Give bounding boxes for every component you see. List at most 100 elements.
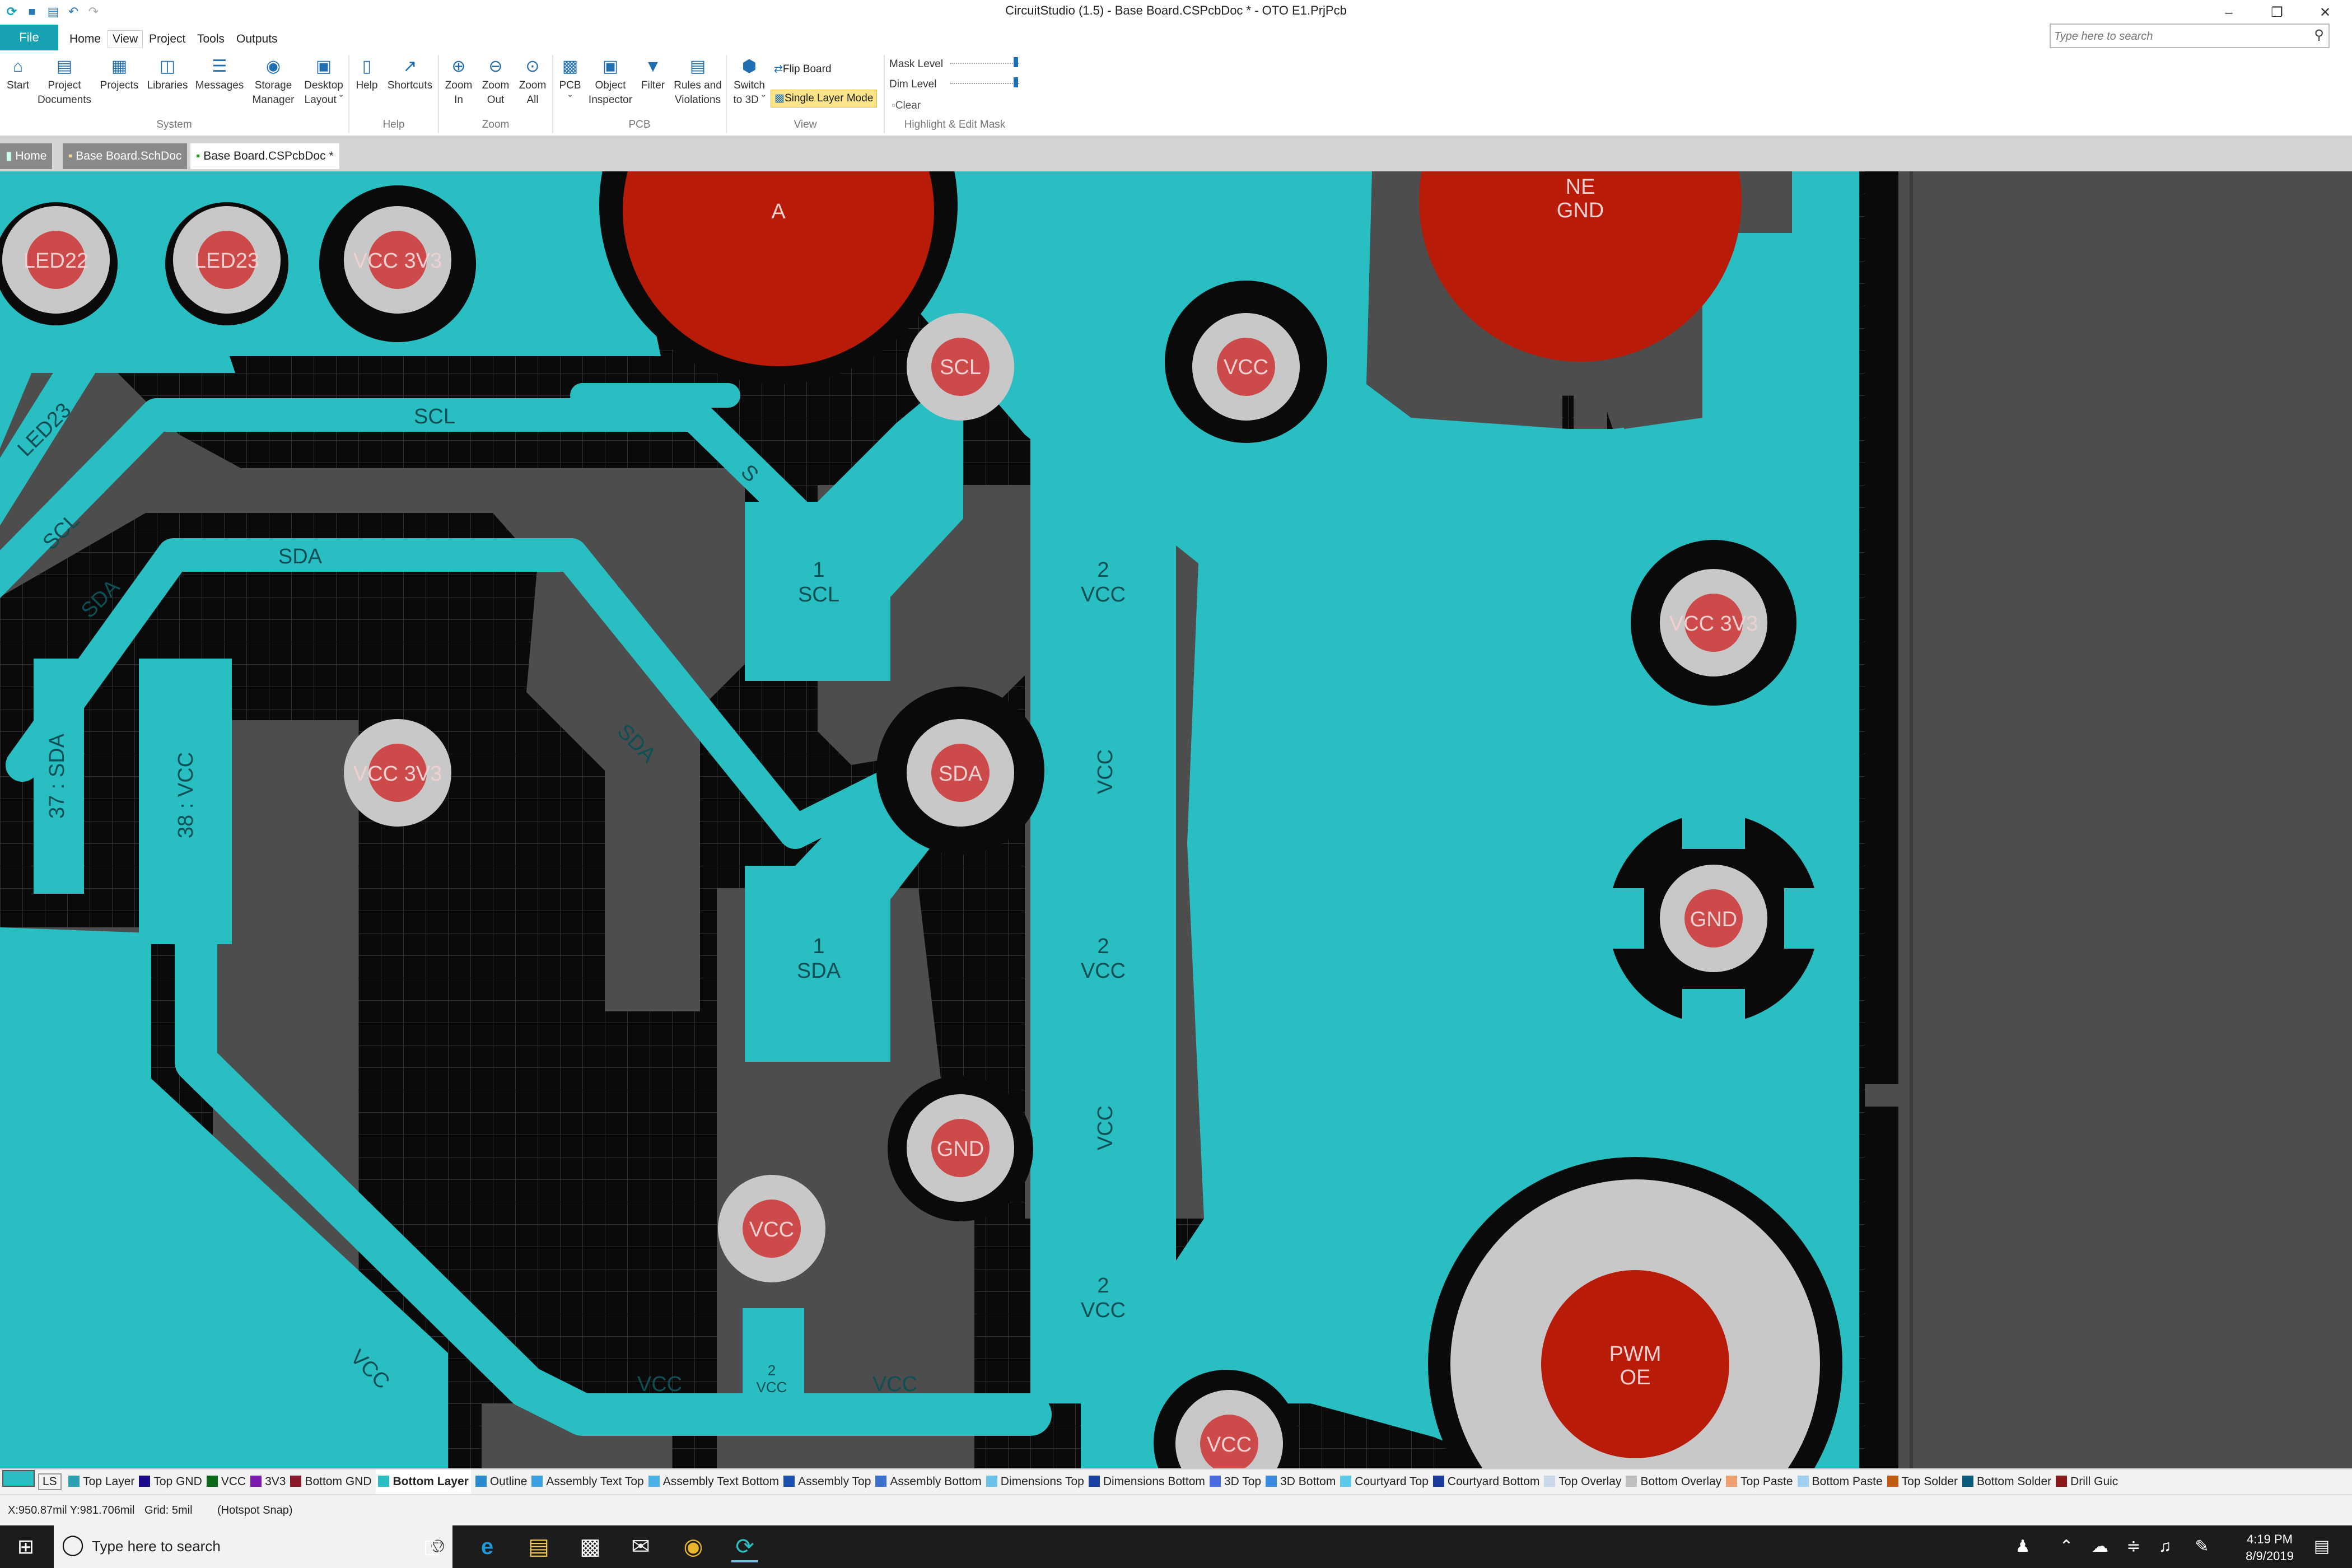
layer-tab[interactable]: Bottom Overlay — [1626, 1469, 1721, 1494]
projects-button[interactable]: ▦ Projects — [95, 57, 143, 93]
layer-tab[interactable]: Courtyard Top — [1340, 1469, 1429, 1494]
clear-mask-button[interactable]: ▫Clear — [892, 100, 921, 112]
file-menu[interactable]: File — [0, 25, 58, 50]
menu-tools[interactable]: Tools — [193, 32, 229, 46]
search-box[interactable]: ⚲ — [2050, 24, 2330, 48]
restore-button[interactable]: ❐ — [2255, 2, 2299, 24]
layer-color-swatch — [290, 1476, 302, 1487]
filter-button[interactable]: ▼ Filter — [635, 57, 671, 93]
messages-button[interactable]: ☰ Messages — [193, 57, 246, 93]
vcc-vertical-label-2: VCC — [1094, 1105, 1117, 1150]
layer-tab[interactable]: 3D Top — [1209, 1469, 1261, 1494]
people-icon[interactable]: ♟ — [2009, 1533, 2036, 1560]
layer-tab[interactable]: Dimensions Top — [986, 1469, 1084, 1494]
layer-tab[interactable]: Bottom GND — [290, 1469, 371, 1494]
layer-tab[interactable]: 3D Bottom — [1266, 1469, 1336, 1494]
layer-tab[interactable]: Assembly Top — [783, 1469, 871, 1494]
layer-color-swatch — [783, 1476, 795, 1487]
dim-level-handle[interactable] — [1014, 77, 1018, 87]
pen-icon[interactable]: ✎ — [2188, 1533, 2215, 1560]
layer-tab[interactable]: VCC — [206, 1469, 246, 1494]
object-inspector-button[interactable]: ▣ Object Inspector — [586, 57, 635, 108]
tab-home[interactable]: ▮ Home — [0, 143, 53, 169]
file-explorer-icon[interactable]: ▤ — [525, 1533, 552, 1560]
tab-base-board-schdoc[interactable]: ▪ Base Board.SchDoc — [63, 143, 188, 169]
taskbar-search-text[interactable]: Type here to search — [92, 1538, 221, 1555]
edge-browser-icon[interactable]: e — [474, 1533, 501, 1560]
dim-level-slider[interactable] — [950, 83, 1019, 86]
menu-outputs[interactable]: Outputs — [232, 32, 282, 46]
menu-view[interactable]: View — [108, 30, 143, 48]
layer-tab[interactable]: 3V3 — [250, 1469, 286, 1494]
search-input[interactable] — [2053, 27, 2302, 46]
group-label-view: View — [794, 119, 817, 130]
pad-label-vcc-bottom: VCC — [749, 1218, 794, 1242]
menu-project[interactable]: Project — [144, 32, 190, 46]
task-view-icon[interactable]: ◫ — [419, 1533, 446, 1560]
layer-tab-label: Top Overlay — [1558, 1475, 1622, 1488]
layout-icon: ▣ — [315, 57, 332, 76]
pcb-button[interactable]: ▩ PCB ˇ — [554, 57, 586, 108]
minimize-button[interactable]: – — [2206, 2, 2251, 24]
menu-home[interactable]: Home — [65, 32, 105, 46]
zoom-out-button[interactable]: ⊖ Zoom Out — [477, 57, 514, 108]
layer-tab[interactable]: Top GND — [139, 1469, 202, 1494]
pad-label-scl: SCL — [940, 356, 981, 379]
zoom-all-button[interactable]: ⊙ Zoom All — [514, 57, 551, 108]
storage-manager-button[interactable]: ◉ Storage Manager — [248, 57, 299, 108]
wifi-icon[interactable]: ≑ — [2120, 1533, 2147, 1560]
single-layer-mode-button[interactable]: ▩Single Layer Mode — [771, 90, 878, 108]
layer-tab[interactable]: Dimensions Bottom — [1088, 1469, 1205, 1494]
document-tab-bar: ▮ Home ▪ Base Board.SchDoc ▪ Base Board.… — [0, 136, 2352, 171]
help-button[interactable]: ▯ Help — [351, 57, 383, 93]
taskbar-search-box[interactable]: ◯ Type here to search ⎊ — [54, 1525, 452, 1568]
taskbar-clock[interactable]: 4:19 PM 8/9/2019 — [2239, 1531, 2300, 1565]
layer-tab[interactable]: Assembly Text Bottom — [648, 1469, 779, 1494]
libraries-button[interactable]: ◫ Libraries — [143, 57, 192, 93]
shortcuts-button[interactable]: ↗ Shortcuts — [383, 57, 437, 93]
volume-icon[interactable]: ♫ — [2152, 1533, 2178, 1560]
layer-tab[interactable]: Bottom Layer — [376, 1469, 471, 1494]
mail-icon[interactable]: ✉ — [627, 1533, 654, 1560]
layer-tab[interactable]: Top Solder — [1887, 1469, 1958, 1494]
chrome-icon[interactable]: ◉ — [680, 1533, 707, 1560]
onedrive-cloud-icon[interactable]: ☁ — [2087, 1533, 2113, 1560]
mask-level-slider[interactable] — [950, 63, 1019, 66]
layer-color-swatch[interactable] — [2, 1469, 38, 1494]
library-icon: ◫ — [159, 57, 176, 76]
search-icon[interactable]: ⚲ — [2314, 27, 2324, 43]
layer-tab[interactable]: Bottom Solder — [1962, 1469, 2051, 1494]
layer-set-button[interactable]: LS — [38, 1473, 62, 1490]
layer-color-swatch — [206, 1476, 218, 1487]
store-icon[interactable]: ▩ — [577, 1533, 604, 1560]
layer-tab[interactable]: Top Overlay — [1544, 1469, 1621, 1494]
rules-and-violations-button[interactable]: ▤ Rules and Violations — [671, 57, 725, 108]
layer-tab[interactable]: Assembly Text Top — [531, 1469, 644, 1494]
pcb-drawing[interactable]: LED22 LED23 VCC 3V3 SCL VCC VCC 3V3 VCC … — [0, 26, 2352, 1568]
zoom-in-button[interactable]: ⊕ Zoom In — [440, 57, 477, 108]
pad-label-vcc3v3-top: VCC 3V3 — [353, 249, 442, 273]
group-label-zoom: Zoom — [482, 119, 510, 130]
mask-level-handle[interactable] — [1014, 57, 1018, 67]
circuitstudio-taskbar-icon[interactable]: ⟳ — [731, 1533, 758, 1562]
tray-chevron-icon[interactable]: ⌃ — [2053, 1533, 2080, 1560]
layer-tab[interactable]: Bottom Paste — [1797, 1469, 1883, 1494]
layer-tab[interactable]: Drill Guic — [2056, 1469, 2118, 1494]
tab-base-board-cspcbdoc[interactable]: ▪ Base Board.CSPcbDoc * — [190, 143, 339, 169]
layer-tab[interactable]: Top Paste — [1726, 1469, 1793, 1494]
layer-tab[interactable]: Assembly Bottom — [875, 1469, 982, 1494]
close-button[interactable]: ✕ — [2303, 2, 2348, 24]
windows-taskbar: ⊞ ◯ Type here to search ⎊ ◫ e ▤ ▩ ✉ ◉ ⟳ … — [0, 1525, 2352, 1568]
notifications-icon[interactable]: ▤ — [2308, 1533, 2335, 1560]
windows-start-icon[interactable]: ⊞ — [12, 1533, 39, 1560]
pcb-canvas[interactable]: LED22 LED23 VCC 3V3 SCL VCC VCC 3V3 VCC … — [0, 26, 2352, 1568]
start-button[interactable]: ⌂ Start — [1, 57, 35, 93]
layer-tab[interactable]: Courtyard Bottom — [1432, 1469, 1539, 1494]
desktop-layout-button[interactable]: ▣ Desktop Layout ˇ — [300, 57, 347, 108]
layer-tab[interactable]: Outline — [475, 1469, 527, 1494]
pin-label-38-vcc: 38 : VCC — [174, 752, 198, 838]
project-documents-button[interactable]: ▤ Project Documents — [35, 57, 94, 108]
switch-to-3d-button[interactable]: ⬢ Switch to 3D ˇ — [728, 57, 771, 108]
layer-tab[interactable]: Top Layer — [68, 1469, 134, 1494]
flip-board-button[interactable]: ⇄Flip Board — [774, 63, 832, 76]
